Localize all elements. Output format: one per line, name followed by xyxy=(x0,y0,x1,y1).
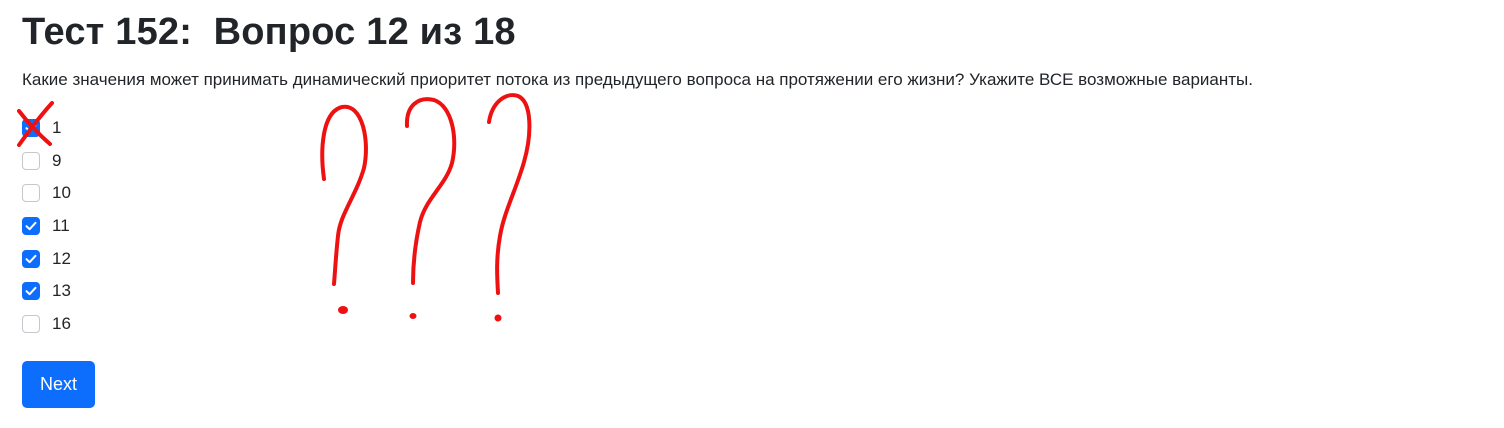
checkmark-icon xyxy=(25,221,37,231)
page-title: Тест 152: Вопрос 12 из 18 xyxy=(22,11,516,53)
option-label: 9 xyxy=(52,150,62,170)
option-label: 16 xyxy=(52,313,71,333)
option-checkbox[interactable] xyxy=(22,249,40,268)
option-label: 1 xyxy=(52,118,62,138)
option-checkbox[interactable] xyxy=(22,314,40,333)
question-mark-icon xyxy=(404,97,457,319)
question-mark-icon xyxy=(320,104,368,314)
red-annotation-overlay xyxy=(17,93,532,322)
quiz-page: Тест 152: Вопрос 12 из 18 Какие значения… xyxy=(0,0,1504,428)
checkmark-icon xyxy=(25,124,37,133)
option-item[interactable]: 9 xyxy=(22,145,71,178)
option-label: 10 xyxy=(52,183,71,203)
answer-options: 1 9 10 11 12 13 16 xyxy=(22,112,71,340)
option-label: 12 xyxy=(52,248,71,268)
option-item[interactable]: 11 xyxy=(22,210,71,243)
option-label: 13 xyxy=(52,281,71,301)
option-item[interactable]: 13 xyxy=(22,275,71,308)
option-item[interactable]: 1 xyxy=(22,112,71,145)
option-item[interactable]: 16 xyxy=(22,308,71,341)
option-item[interactable]: 12 xyxy=(22,242,71,275)
option-checkbox[interactable] xyxy=(22,184,40,203)
option-checkbox[interactable] xyxy=(22,217,40,236)
question-mark-icon xyxy=(487,93,532,322)
option-item[interactable]: 10 xyxy=(22,177,71,210)
checkmark-icon xyxy=(25,287,37,296)
option-checkbox[interactable] xyxy=(22,151,40,170)
checkmark-icon xyxy=(25,254,37,263)
question-text: Какие значения может принимать динамичес… xyxy=(22,70,1253,89)
option-checkbox[interactable] xyxy=(22,119,40,138)
option-label: 11 xyxy=(52,216,70,236)
next-button[interactable]: Next xyxy=(22,361,95,408)
option-checkbox[interactable] xyxy=(22,282,40,301)
